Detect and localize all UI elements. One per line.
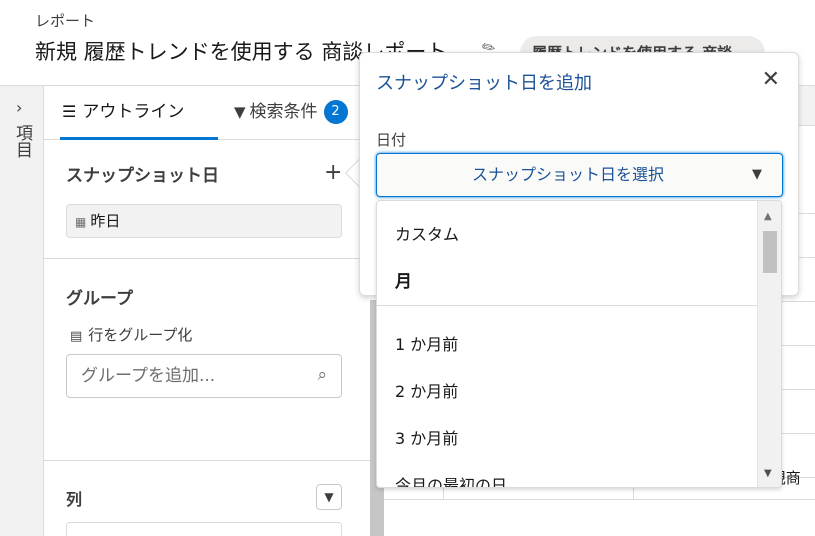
columns-menu-chevron-icon[interactable]: ▼ [316,484,342,510]
fields-rail[interactable]: › 項目 [0,86,44,536]
group-search-box[interactable]: ⌕ [66,354,342,398]
fields-rail-label: 項目 [12,124,32,158]
dropdown-scrollbar[interactable]: ▲ ▼ [757,201,781,487]
list-icon: ☰ [62,102,77,121]
tab-outline-label: アウトライン [82,102,185,122]
option-2-months-ago[interactable]: 2 か月前 [395,378,458,402]
option-custom[interactable]: カスタム [395,221,459,245]
snapshot-date-value: 昨日 [90,212,121,230]
option-group-month: 月 [395,272,412,292]
group-rows-text: 行をグループ化 [88,326,193,344]
columns-heading: 列 [66,490,83,509]
calendar-icon: ▦ [75,215,87,229]
chevron-down-icon: ▼ [752,167,762,182]
filter-count-badge: 2 [323,100,348,124]
expand-chevron-icon[interactable]: › [16,98,22,117]
search-icon: ⌕ [317,365,327,385]
rows-icon: ▤ [70,329,83,344]
snapshot-date-select-value: スナップショット日を選択 [471,165,664,184]
snapshot-date-options: カスタム 月 1 か月前 2 か月前 3 か月前 今月の最初の日 ▲ ▼ [376,200,782,488]
close-icon[interactable]: ✕ [762,67,780,92]
add-group-input[interactable] [81,355,301,397]
group-heading: グループ [66,289,133,309]
section-divider [44,460,370,461]
snapshot-date-select[interactable]: スナップショット日を選択 ▼ [376,153,783,197]
panel-tabs: ☰ アウトライン ▼ 検索条件 2 [44,86,370,140]
scroll-down-icon[interactable]: ▼ [764,468,772,479]
popover-title: スナップショット日を追加 [376,73,592,94]
scroll-up-icon[interactable]: ▲ [764,211,772,222]
add-snapshot-icon[interactable]: + [324,160,342,185]
date-field-label: 日付 [376,131,407,149]
snapshot-date-heading: スナップショット日 [66,166,219,186]
columns-field[interactable] [66,522,342,536]
option-first-day-this-month[interactable]: 今月の最初の日 [395,472,507,487]
filter-icon: ▼ [234,103,246,121]
tab-filters-label: 検索条件 [249,102,318,122]
page-type-label: レポート [35,12,96,30]
tab-filters[interactable]: ▼ 検索条件 2 [234,86,348,140]
tab-outline[interactable]: ☰ アウトライン [60,86,218,140]
outline-panel: ☰ アウトライン ▼ 検索条件 2 スナップショット日 + ▦ 昨日 グループ ▤ 行をグ… [44,86,370,536]
option-3-months-ago[interactable]: 3 か月前 [395,425,458,449]
dropdown-divider [377,305,757,306]
group-rows-label: ▤ 行をグループ化 [70,324,192,345]
option-1-month-ago[interactable]: 1 か月前 [395,331,458,355]
scroll-thumb[interactable] [763,231,777,273]
snapshot-date-chip[interactable]: ▦ 昨日 [66,204,342,238]
section-divider [44,258,370,259]
